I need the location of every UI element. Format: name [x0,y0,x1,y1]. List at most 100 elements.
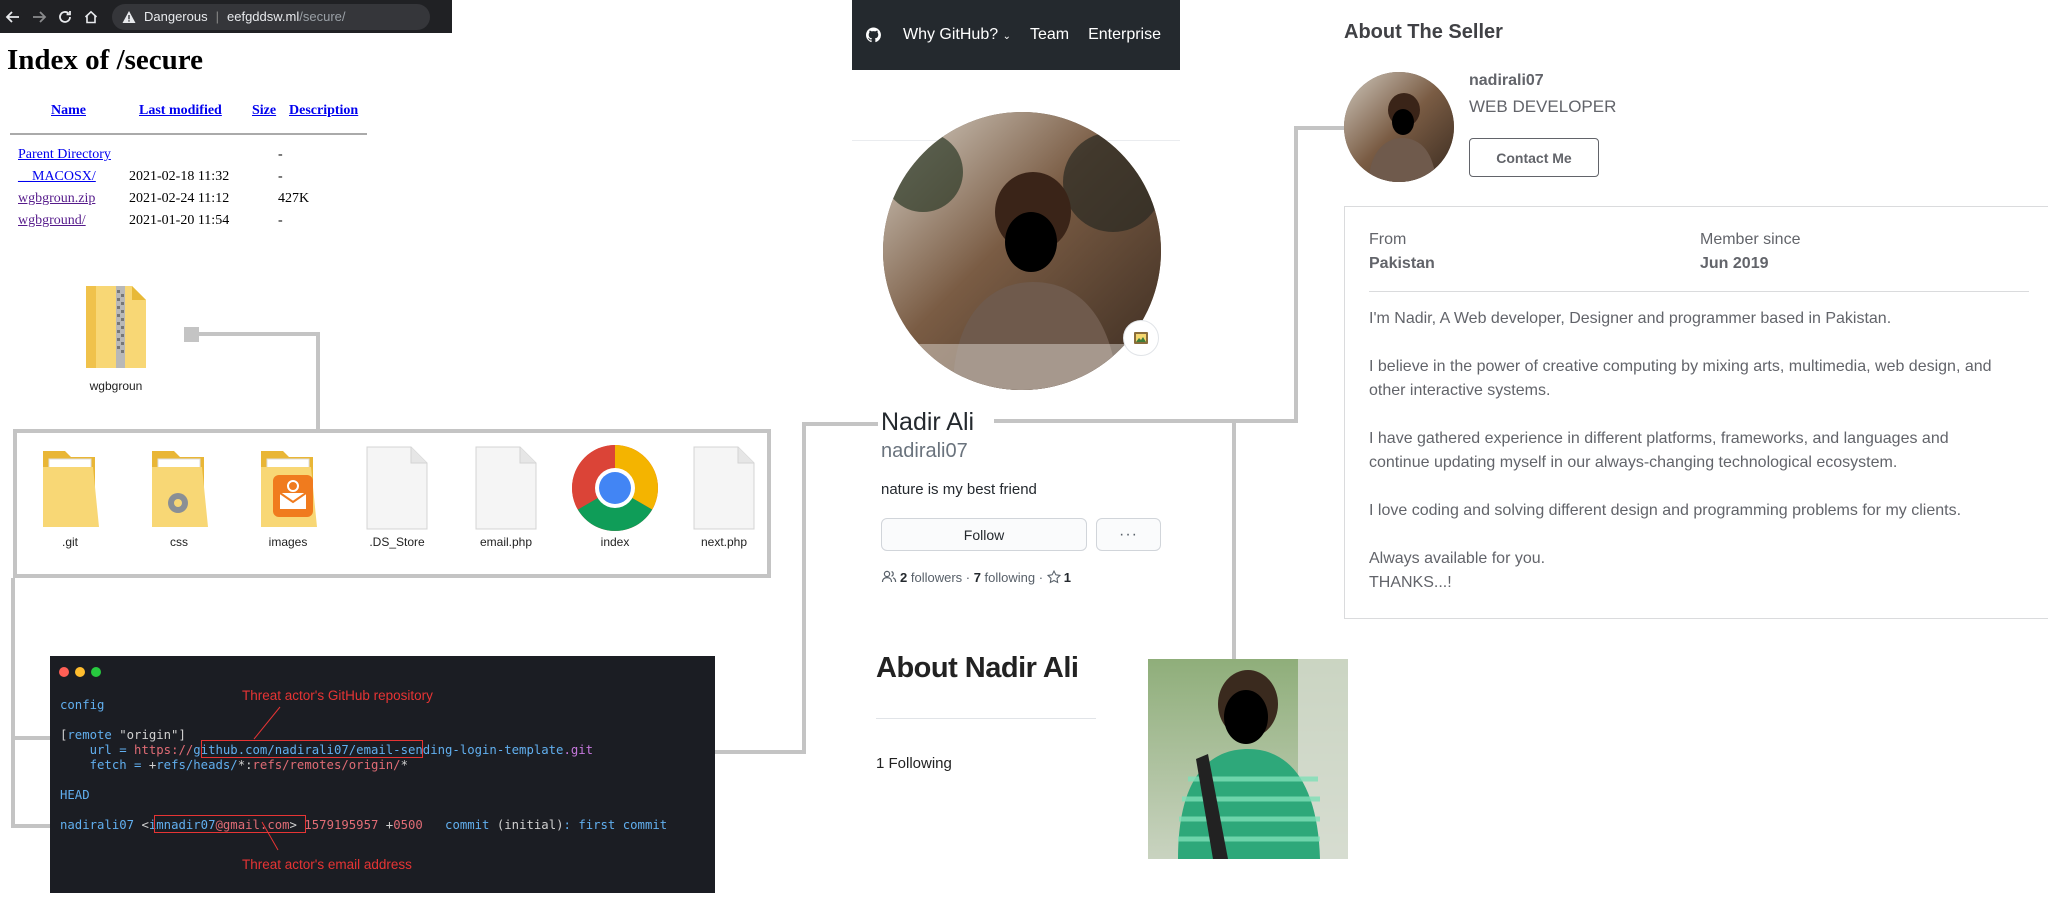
people-icon [881,570,897,583]
reload-icon [59,10,71,23]
profile-avatar[interactable] [883,112,1161,390]
seller-info-card: From Pakistan Member since Jun 2019 I'm … [1344,206,2048,619]
file-label: index [600,535,630,549]
from-label: From [1369,231,1407,248]
highlight-repo-url [201,740,423,758]
picture-emoji-icon [1134,332,1148,344]
file-item-next-php[interactable]: next.php [679,445,769,549]
column-name[interactable]: Name [51,103,86,119]
row-size: 427K [278,191,310,206]
seller-username: nadirali07 [1469,72,1544,89]
member-since-value: Jun 2019 [1700,255,1769,272]
github-logo-icon[interactable] [866,19,881,51]
zip-folder-icon [86,286,146,368]
term-line-fetch: fetch = +refs/heads/*:refs/remotes/origi… [89,758,408,772]
about-heading: About Nadir Ali [876,652,1079,684]
following-count[interactable]: 7 [974,570,981,585]
followers-count[interactable]: 2 [900,570,907,585]
zip-file[interactable]: wgbgroun [78,284,154,393]
profile-bio: nature is my best friend [881,481,1037,498]
following-summary[interactable]: 1 Following [876,755,952,772]
profile-stats: 2 followers · 7 following · 1 [881,569,1071,585]
profile-photo [883,112,1161,390]
file-label: css [170,535,188,549]
file-label: email.php [479,535,533,549]
file-label: next.php [700,535,748,549]
row-size: - [278,169,283,184]
nav-why-github[interactable]: Why GitHub? ⌄ [903,26,1011,44]
blank-file-icon [366,446,428,530]
profile-username: nadirali07 [881,440,968,462]
chrome-icon [572,445,658,531]
file-item-ds-store[interactable]: .DS_Store [352,445,442,549]
back-arrow-icon [5,10,19,23]
stars-count[interactable]: 1 [1064,570,1071,585]
nav-team[interactable]: Team [1030,26,1069,44]
file-item-images[interactable]: images [243,445,333,549]
listing-rule [10,133,367,135]
file-label: images [268,535,308,549]
home-icon [84,10,98,23]
outdoor-photo [1148,659,1348,859]
warning-icon [122,10,136,23]
column-last-modified[interactable]: Last modified [139,103,222,119]
seller-bio-paragraph: I have gathered experience in different … [1369,430,1949,471]
term-line-log: nadirali07 <imnadir07@gmail.com> 1579195… [60,818,668,832]
back-button[interactable] [0,0,26,33]
blank-file-icon [693,446,755,530]
url-path: /secure/ [299,9,346,24]
status-badge[interactable] [1123,320,1159,356]
reload-button[interactable] [52,0,78,33]
folder-contents-panel: .git css images .DS_Store email.php inde… [13,429,771,578]
file-item-git[interactable]: .git [25,445,115,549]
page-title: Index of /secure [7,44,204,76]
following-label[interactable]: following · [981,570,1047,585]
contact-me-button[interactable]: Contact Me [1469,138,1599,177]
blank-file-icon [475,446,537,530]
profile-name: Nadir Ali [881,408,975,436]
address-bar[interactable]: Dangerous | eefgddsw.ml/secure/ [112,3,430,30]
seller-bio-paragraph: I love coding and solving different desi… [1369,502,1962,519]
seller-bio-paragraph: THANKS...! [1369,574,1452,591]
from-value: Pakistan [1369,255,1435,272]
file-item-css[interactable]: css [134,445,224,549]
seller-bio-paragraph: I'm Nadir, A Web developer, Designer and… [1369,310,1892,327]
second-profile-photo [1148,659,1348,859]
row-name-link[interactable]: __MACOSX/ [18,169,96,185]
row-name-link[interactable]: wgbground/ [18,213,86,229]
github-header: Why GitHub? ⌄ Team Enterprise [852,0,1180,70]
git-config-terminal: Threat actor's GitHub repository config … [50,656,715,893]
gear-folder-icon [152,451,208,527]
term-line-remote: [remote "origin"] [60,728,186,742]
annotation-email: Threat actor's email address [242,857,412,872]
term-line-head: HEAD [60,788,90,802]
row-name-link[interactable]: Parent Directory [18,147,111,163]
followers-label[interactable]: followers · [907,570,973,585]
browser-toolbar: Dangerous | eefgddsw.ml/secure/ [0,0,452,33]
home-button[interactable] [78,0,104,33]
forward-button[interactable] [26,0,52,33]
connector-node [184,327,199,342]
follow-button[interactable]: Follow [881,518,1087,551]
zip-file-label: wgbgroun [89,379,143,393]
forward-arrow-icon [33,10,47,23]
row-modified: 2021-02-24 11:12 [129,191,230,206]
file-label: .DS_Store [369,535,425,549]
more-options-button[interactable]: ··· [1096,518,1161,551]
seller-avatar[interactable] [1344,72,1454,182]
seller-photo [1344,72,1454,182]
file-item-email-php[interactable]: email.php [461,445,551,549]
nav-enterprise[interactable]: Enterprise [1088,26,1161,44]
row-name-link[interactable]: wgbgroun.zip [18,191,95,207]
file-label: .git [61,535,78,549]
mail-folder-icon [261,451,317,527]
seller-card-divider [1369,291,2029,292]
file-item-index[interactable]: index [570,445,660,549]
folder-icon [43,451,99,527]
url-host: eefgddsw.ml [227,9,300,24]
seller-bio-paragraph: I believe in the power of creative compu… [1369,358,1992,399]
column-description[interactable]: Description [289,103,358,119]
seller-section-title: About The Seller [1344,21,1503,43]
column-size[interactable]: Size [252,103,276,119]
chevron-down-icon: ⌄ [1002,31,1011,42]
